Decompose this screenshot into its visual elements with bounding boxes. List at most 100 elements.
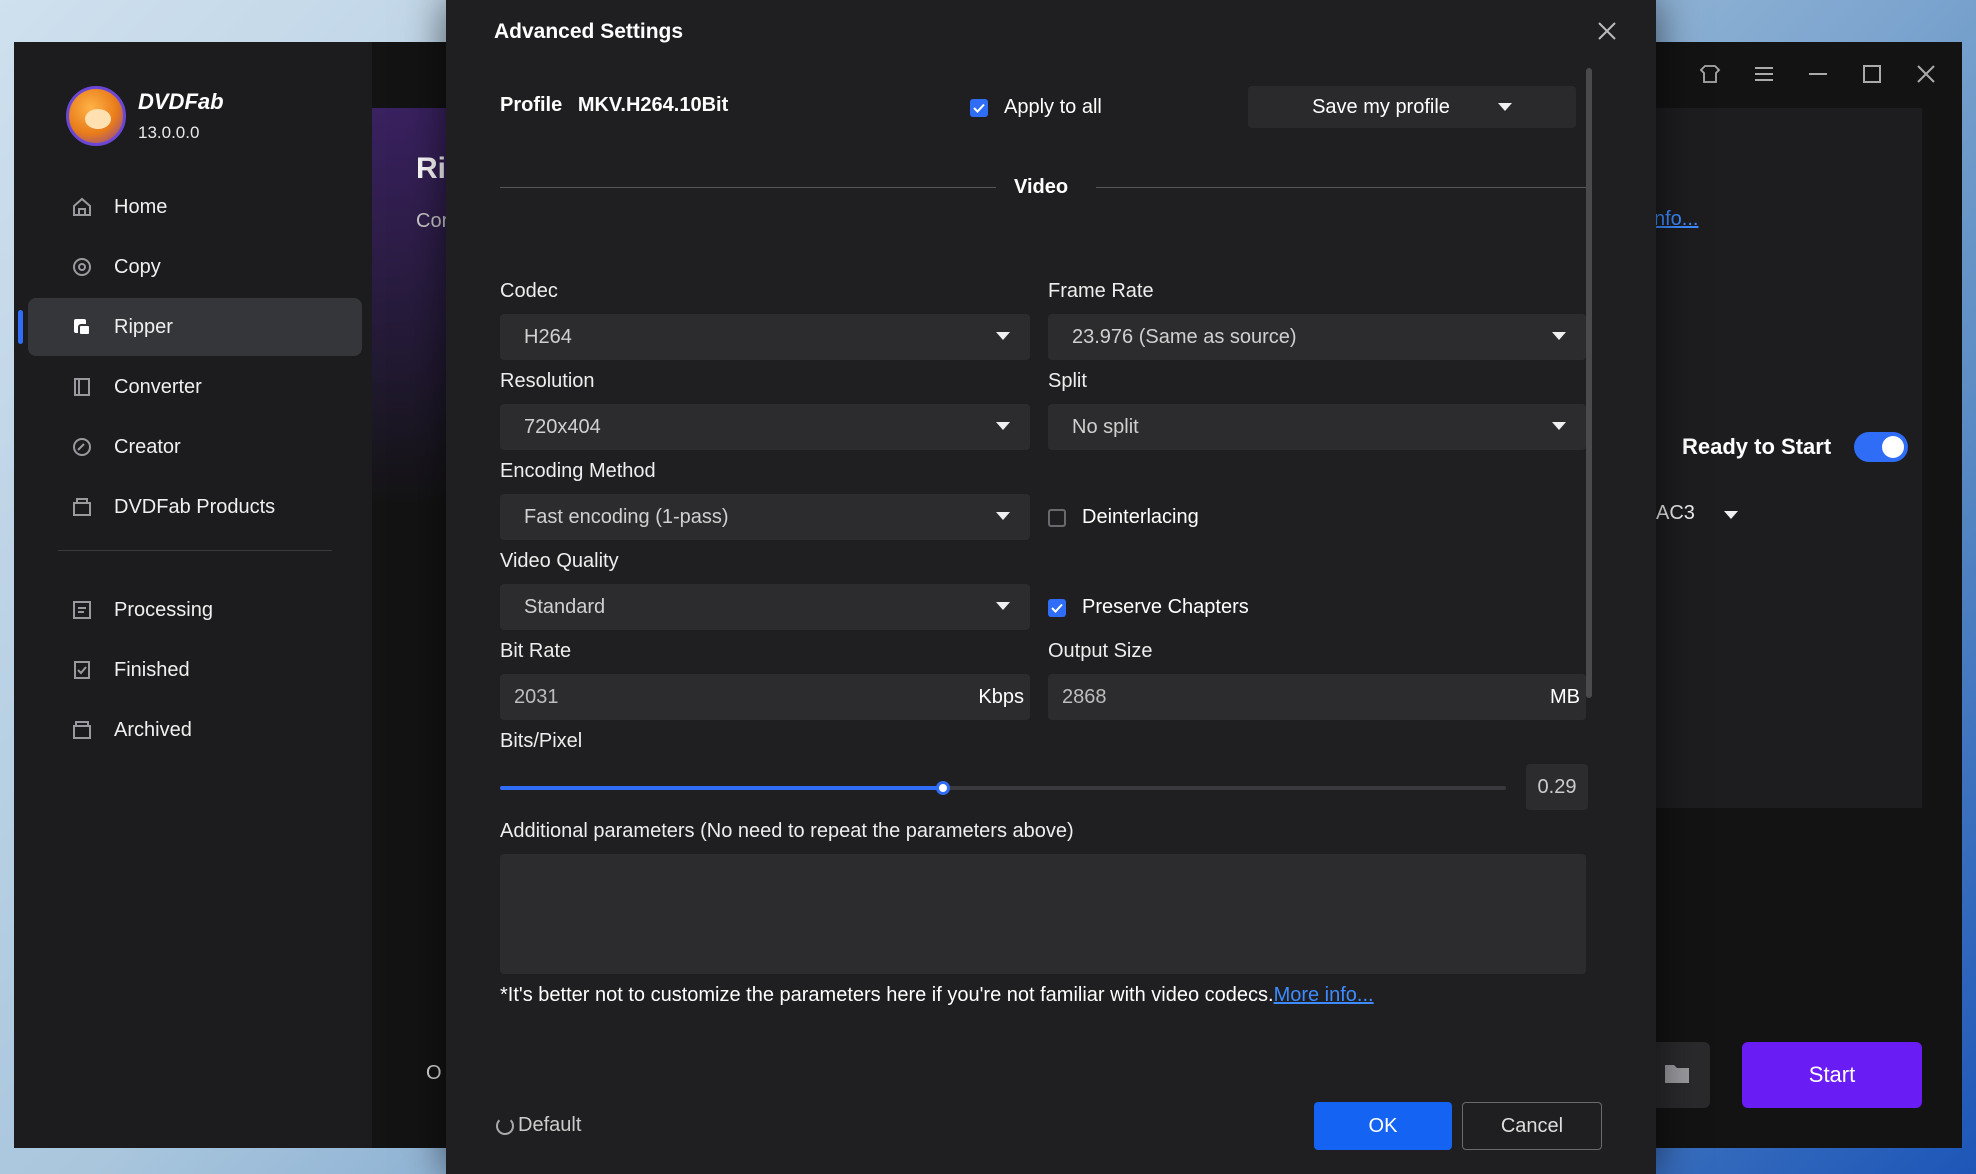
split-value: No split — [1072, 415, 1139, 438]
maximize-icon[interactable] — [1860, 62, 1884, 86]
codec-label: Codec — [500, 280, 558, 302]
sidebar-item-ripper[interactable]: Ripper — [18, 298, 362, 356]
save-profile-dropdown[interactable]: Save my profile — [1248, 86, 1576, 128]
default-button[interactable]: Default — [496, 1114, 581, 1137]
bits-pixel-slider-fill — [500, 786, 943, 790]
output-size-label: Output Size — [1048, 640, 1153, 662]
save-profile-label: Save my profile — [1312, 95, 1450, 118]
dialog-scrollbar[interactable] — [1586, 68, 1592, 698]
sidebar-item-archived[interactable]: Archived — [28, 701, 362, 759]
bit-rate-input[interactable]: 2031 Kbps — [500, 674, 1030, 720]
video-quality-value: Standard — [524, 595, 606, 618]
sidebar-item-label: Finished — [114, 658, 190, 681]
deinterlacing-checkbox[interactable]: Deinterlacing — [1048, 506, 1199, 529]
encoding-method-value: Fast encoding (1-pass) — [524, 505, 729, 528]
frame-rate-select[interactable]: 23.976 (Same as source) — [1048, 314, 1586, 360]
chevron-down-icon — [1724, 511, 1739, 519]
sidebar-item-dvdfab-products[interactable]: DVDFab Products — [28, 478, 362, 536]
additional-params-textarea[interactable] — [500, 854, 1586, 974]
start-button[interactable]: Start — [1742, 1042, 1922, 1108]
sidebar-divider — [58, 550, 332, 551]
menu-icon[interactable] — [1752, 62, 1776, 86]
page-subtitle-partial: Cor — [416, 210, 449, 232]
sidebar-item-creator[interactable]: Creator — [28, 418, 362, 476]
resolution-label: Resolution — [500, 370, 595, 392]
ready-to-start-toggle[interactable] — [1854, 432, 1908, 462]
reset-icon — [496, 1116, 514, 1135]
tshirt-icon[interactable] — [1698, 62, 1722, 86]
video-quality-select[interactable]: Standard — [500, 584, 1030, 630]
logo-block: DVDFab 13.0.0.0 — [66, 86, 224, 146]
additional-params-label: Additional parameters (No need to repeat… — [500, 820, 1074, 842]
apply-to-all-checkbox[interactable]: Apply to all — [970, 96, 1102, 119]
output-size-value: 2868 — [1062, 685, 1107, 708]
profile-row: Profile MKV.H264.10Bit — [500, 94, 728, 117]
sidebar-item-copy[interactable]: Copy — [28, 238, 362, 296]
sidebar-item-label: Ripper — [114, 315, 173, 338]
cancel-button[interactable]: Cancel — [1462, 1102, 1602, 1150]
sidebar-item-processing[interactable]: Processing — [28, 581, 362, 639]
frame-rate-label: Frame Rate — [1048, 280, 1154, 302]
close-icon[interactable] — [1594, 18, 1620, 44]
audio-format-partial[interactable]: AC3 — [1656, 502, 1739, 525]
sidebar-item-converter[interactable]: Converter — [28, 358, 362, 416]
profile-name: MKV.H264.10Bit — [577, 94, 729, 116]
checkbox-checked-icon — [970, 98, 988, 117]
codec-warning-note: *It's better not to customize the parame… — [500, 984, 1374, 1007]
split-select[interactable]: No split — [1048, 404, 1586, 450]
archived-icon — [70, 718, 94, 742]
more-info-link[interactable]: nfo... — [1654, 208, 1698, 231]
close-icon[interactable] — [1914, 62, 1938, 86]
split-label: Split — [1048, 370, 1087, 392]
default-label: Default — [518, 1114, 582, 1136]
app-version: 13.0.0.0 — [138, 123, 200, 142]
copy-icon — [70, 255, 94, 279]
encoding-method-select[interactable]: Fast encoding (1-pass) — [500, 494, 1030, 540]
encoding-method-label: Encoding Method — [500, 460, 656, 482]
section-divider-left — [500, 187, 996, 188]
processing-icon — [70, 598, 94, 622]
apply-to-all-label: Apply to all — [1004, 96, 1102, 118]
section-divider-right — [1096, 187, 1586, 188]
bits-pixel-value[interactable]: 0.29 — [1526, 764, 1588, 810]
sidebar-item-label: Converter — [114, 375, 202, 398]
page-title-partial: Ri — [416, 152, 446, 185]
output-size-input[interactable]: 2868 MB — [1048, 674, 1586, 720]
sidebar-item-label: Copy — [114, 255, 161, 278]
section-title-video: Video — [1014, 176, 1069, 198]
more-info-link[interactable]: More info... — [1274, 984, 1374, 1006]
output-size-unit: MB — [1550, 685, 1580, 708]
bit-rate-unit: Kbps — [978, 685, 1024, 708]
advanced-settings-dialog: Advanced Settings Profile MKV.H264.10Bit… — [446, 0, 1656, 1174]
products-icon — [70, 495, 94, 519]
preserve-chapters-checkbox[interactable]: Preserve Chapters — [1048, 596, 1249, 619]
creator-icon — [70, 435, 94, 459]
dvdfab-logo — [66, 86, 126, 146]
ok-button[interactable]: OK — [1314, 1102, 1452, 1150]
bit-rate-label: Bit Rate — [500, 640, 572, 662]
chevron-down-icon — [1552, 422, 1566, 430]
chevron-down-icon — [996, 332, 1010, 340]
resolution-select[interactable]: 720x404 — [500, 404, 1030, 450]
checkbox-checked-icon — [1048, 598, 1066, 617]
chevron-down-icon — [996, 422, 1010, 430]
bits-pixel-slider[interactable] — [500, 781, 1506, 795]
brand-name: DVDFab — [138, 89, 224, 114]
profile-label: Profile — [500, 94, 563, 116]
codec-value: H264 — [524, 325, 572, 348]
chevron-down-icon — [996, 512, 1010, 520]
window-controls — [1698, 62, 1938, 86]
converter-icon — [70, 375, 94, 399]
deinterlacing-label: Deinterlacing — [1082, 506, 1199, 528]
sidebar-item-label: Archived — [114, 718, 192, 741]
sidebar: DVDFab 13.0.0.0 Home Copy Ripper Convert… — [14, 42, 372, 1148]
ready-to-start-label: Ready to Start — [1682, 434, 1832, 459]
preserve-chapters-label: Preserve Chapters — [1082, 596, 1249, 618]
frame-rate-value: 23.976 (Same as source) — [1072, 325, 1297, 348]
minimize-icon[interactable] — [1806, 62, 1830, 86]
bits-pixel-slider-handle[interactable] — [935, 781, 950, 795]
codec-select[interactable]: H264 — [500, 314, 1030, 360]
sidebar-nav: Home Copy Ripper Converter Creator DVDFa… — [18, 178, 362, 761]
sidebar-item-finished[interactable]: Finished — [28, 641, 362, 699]
sidebar-item-home[interactable]: Home — [28, 178, 362, 236]
